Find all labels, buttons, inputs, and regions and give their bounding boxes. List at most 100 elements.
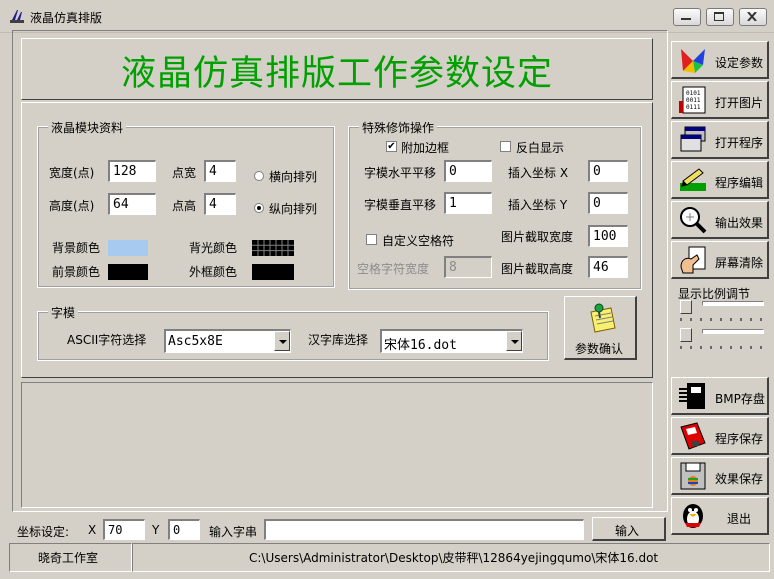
input-string-field[interactable]	[264, 519, 584, 540]
maximize-button[interactable]	[706, 8, 734, 26]
exit-button[interactable]: 退出	[671, 497, 769, 535]
custom-space-label: 自定义空格符	[382, 234, 455, 248]
preview-area	[21, 382, 653, 508]
hanzi-select-value: 宋体16.dot	[384, 338, 457, 353]
slider-thumb[interactable]	[680, 300, 692, 314]
minimize-icon	[681, 18, 691, 20]
fg-color-label: 前景颜色	[52, 265, 101, 279]
open-image-button[interactable]: 0101 0011 0111 打开图片	[671, 81, 769, 119]
minimize-button[interactable]	[673, 8, 701, 26]
dot-width-input[interactable]: 4	[204, 160, 236, 182]
y-coord-input[interactable]: 0	[168, 519, 200, 540]
vertical-radio[interactable]	[254, 203, 264, 213]
h-offset-label: 字模水平平移	[364, 166, 437, 180]
output-effect-button[interactable]: 输出效果	[671, 201, 769, 239]
h-offset-input[interactable]: 0	[444, 160, 492, 182]
ascii-label: ASCII字符选择	[67, 333, 147, 347]
header-panel: 液晶仿真排版工作参数设定	[21, 38, 653, 100]
add-border-checkbox[interactable]: ✔	[386, 141, 397, 152]
bg-color-swatch[interactable]	[108, 240, 148, 256]
chevron-down-icon[interactable]	[274, 331, 290, 351]
special-group-label: 特殊修饰操作	[359, 119, 438, 136]
v-offset-input[interactable]: 1	[444, 192, 492, 214]
status-studio: 晓奇工作室	[9, 543, 132, 572]
close-icon	[747, 12, 757, 21]
effect-save-button[interactable]: 效果保存	[671, 457, 769, 495]
maximize-icon	[714, 12, 724, 21]
vertical-label: 纵向排列	[269, 202, 318, 216]
crop-height-label: 图片截取高度	[501, 262, 574, 276]
scale-slider-2[interactable]	[678, 326, 770, 354]
open-program-button[interactable]: 打开程序	[671, 121, 769, 159]
clear-screen-button[interactable]: 屏幕清除	[671, 241, 769, 279]
edit-program-button[interactable]: 程序编辑	[671, 161, 769, 199]
dot-height-label: 点高	[172, 199, 197, 213]
space-width-input[interactable]: 8	[444, 256, 492, 278]
input-submit-button[interactable]: 输入	[592, 517, 666, 541]
add-border-label: 附加边框	[401, 141, 450, 155]
input-string-label: 输入字串	[209, 525, 258, 539]
hanzi-label: 汉字库选择	[308, 333, 369, 347]
x-label: X	[88, 523, 97, 537]
window-title: 液晶仿真排版	[30, 11, 103, 25]
hanzi-select[interactable]: 宋体16.dot	[380, 329, 523, 353]
bmp-file-icon	[679, 383, 705, 409]
magnifier-icon	[680, 207, 707, 234]
scale-slider-1[interactable]	[678, 298, 770, 326]
program-save-label: 程序保存	[715, 432, 764, 446]
crop-height-input[interactable]: 46	[588, 256, 628, 278]
penguin-icon	[683, 504, 703, 528]
page-title: 液晶仿真排版工作参数设定	[120, 54, 553, 94]
ascii-select[interactable]: Asc5x8E	[164, 329, 291, 353]
width-input[interactable]: 128	[108, 160, 156, 182]
close-button[interactable]	[739, 8, 767, 26]
insert-x-input[interactable]: 0	[588, 160, 628, 182]
width-label: 宽度(点)	[49, 166, 95, 180]
coord-label: 坐标设定:	[17, 525, 70, 539]
dot-height-input[interactable]: 4	[204, 193, 236, 215]
ascii-select-value: Asc5x8E	[168, 334, 223, 349]
effect-save-label: 效果保存	[715, 472, 764, 486]
backlight-color-swatch[interactable]	[252, 240, 294, 256]
pen-edit-icon	[680, 168, 706, 191]
program-save-button[interactable]: 程序保存	[671, 417, 769, 455]
output-effect-label: 输出效果	[715, 216, 764, 230]
crop-width-input[interactable]: 100	[588, 225, 628, 247]
x-coord-input[interactable]: 70	[103, 519, 145, 540]
svg-text:0101: 0101	[686, 90, 701, 97]
chevron-down-icon[interactable]	[506, 331, 522, 351]
set-params-button[interactable]: 设定参数	[671, 41, 769, 79]
floppy-disk-icon	[680, 422, 706, 450]
bmp-save-button[interactable]: BMP存盘	[671, 377, 769, 415]
crop-width-label: 图片截取宽度	[501, 230, 574, 244]
insert-x-label: 插入坐标 X	[508, 166, 569, 180]
status-path-text: C:\Users\Administrator\Desktop\皮带秤\12864…	[249, 551, 659, 565]
font-group-label: 字模	[48, 304, 79, 321]
slider-ticks	[680, 318, 762, 321]
invert-checkbox[interactable]	[500, 141, 511, 152]
confirm-button[interactable]: 参数确认	[564, 296, 637, 360]
insert-y-label: 插入坐标 Y	[508, 198, 568, 212]
horizontal-radio[interactable]	[254, 171, 264, 181]
insert-y-input[interactable]: 0	[588, 192, 628, 214]
dot-width-label: 点宽	[172, 166, 197, 180]
status-path: C:\Users\Administrator\Desktop\皮带秤\12864…	[132, 543, 770, 572]
space-width-label: 空格字符宽度	[357, 262, 430, 276]
frame-color-swatch[interactable]	[252, 264, 294, 280]
bg-color-label: 背景颜色	[52, 241, 101, 255]
exit-label: 退出	[727, 512, 752, 526]
hand-page-icon	[680, 246, 706, 274]
open-program-label: 打开程序	[715, 136, 764, 150]
height-input[interactable]: 64	[108, 193, 156, 215]
clear-screen-label: 屏幕清除	[715, 256, 764, 270]
bmp-save-label: BMP存盘	[715, 392, 765, 406]
custom-space-checkbox[interactable]	[366, 234, 377, 245]
slider-thumb[interactable]	[680, 328, 692, 342]
fg-color-swatch[interactable]	[108, 264, 148, 280]
backlight-color-label: 背光颜色	[189, 241, 238, 255]
lcd-module-group-label: 液晶模块资料	[48, 119, 127, 136]
height-label: 高度(点)	[49, 199, 95, 213]
memo-pin-icon	[590, 303, 616, 333]
window-stack-icon	[680, 126, 706, 152]
confirm-button-label: 参数确认	[575, 342, 624, 356]
